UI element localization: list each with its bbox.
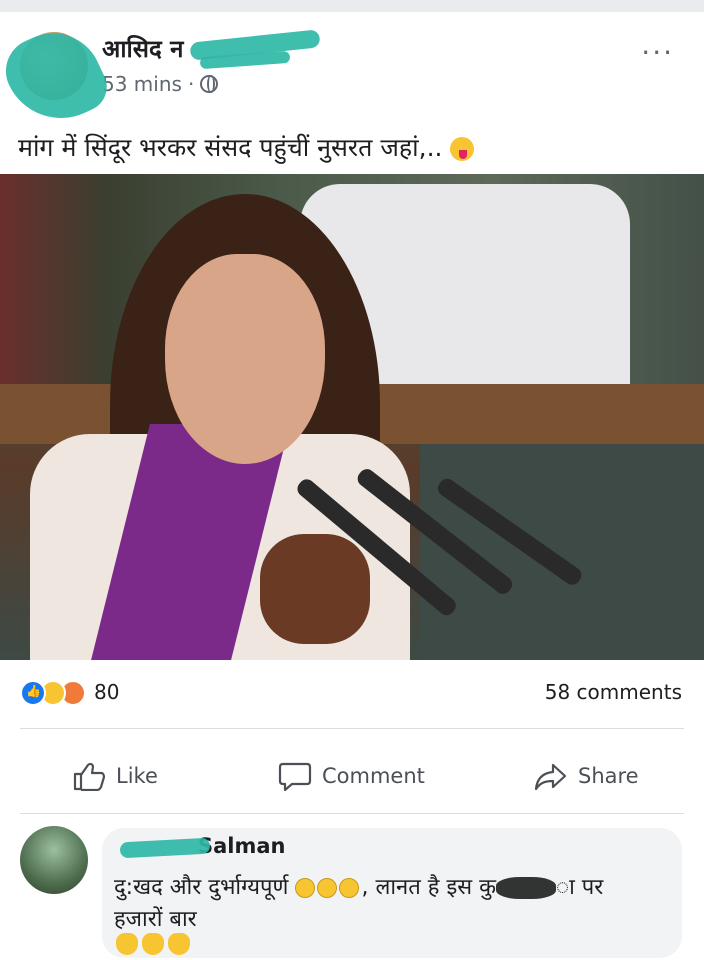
- waving-hand-emoji-icon: [116, 932, 138, 955]
- scribble-redaction: [496, 877, 557, 899]
- divider: [20, 728, 684, 729]
- like-label: Like: [116, 764, 158, 788]
- comment-text: दु:खद और दुर्भाग्यपूर्ण , लानत है इस कुा…: [114, 872, 670, 936]
- photo-subject-hand: [260, 534, 370, 644]
- winking-tongue-emoji-icon: [450, 137, 475, 161]
- comment-text-part: , लानत है इस कु: [361, 875, 497, 900]
- comment-emoji-row: [116, 930, 194, 955]
- caption-text: मांग में सिंदूर भरकर संसद पहुंचीं नुसरत …: [18, 133, 443, 162]
- photo-subject-face: [165, 254, 325, 464]
- redaction-mark: [0, 17, 115, 137]
- waving-hand-emoji-icon: [142, 932, 164, 955]
- post-time[interactable]: 53 mins: [102, 72, 182, 96]
- reaction-count[interactable]: 80: [94, 680, 119, 704]
- post-header: आसिद न 53 mins · ···: [0, 12, 704, 137]
- action-bar: Like Comment Share: [0, 739, 704, 813]
- post-card: आसिद न 53 mins · ··· मांग में सिंदूर भरक…: [0, 12, 704, 960]
- comment-text-part: ा पर: [556, 875, 604, 900]
- divider: [20, 813, 684, 814]
- sad-emoji-icon: [339, 878, 360, 898]
- comment-button[interactable]: Comment: [278, 761, 425, 792]
- waving-hand-emoji-icon: [168, 932, 190, 955]
- speech-bubble-icon: [278, 761, 312, 792]
- post-caption: मांग में सिंदूर भरकर संसद पहुंचीं नुसरत …: [18, 130, 475, 164]
- comment-text-part: दु:खद और दुर्भाग्यपूर्ण: [114, 875, 289, 900]
- share-arrow-icon: [534, 761, 568, 791]
- share-button[interactable]: Share: [534, 761, 639, 791]
- commenter-name[interactable]: Salman: [198, 834, 286, 858]
- comment-label: Comment: [322, 764, 425, 788]
- author-name[interactable]: आसिद न: [102, 32, 183, 65]
- like-reaction-icon[interactable]: [20, 680, 46, 706]
- share-label: Share: [578, 764, 639, 788]
- sad-emoji-icon: [295, 878, 316, 898]
- sad-emoji-icon: [317, 878, 338, 898]
- ellipsis-icon[interactable]: ···: [641, 36, 674, 69]
- globe-icon[interactable]: [200, 75, 219, 93]
- commenter-avatar[interactable]: [20, 826, 88, 894]
- like-button[interactable]: Like: [72, 761, 158, 792]
- thumbs-up-icon: [72, 761, 106, 792]
- reaction-summary: 80 58 comments: [0, 672, 704, 728]
- comment-text-line: हजारों बार: [114, 907, 197, 932]
- meta-separator: ·: [187, 72, 195, 96]
- post-meta: 53 mins ·: [102, 72, 219, 96]
- post-photo[interactable]: [0, 174, 704, 660]
- comment-count[interactable]: 58 comments: [545, 680, 682, 704]
